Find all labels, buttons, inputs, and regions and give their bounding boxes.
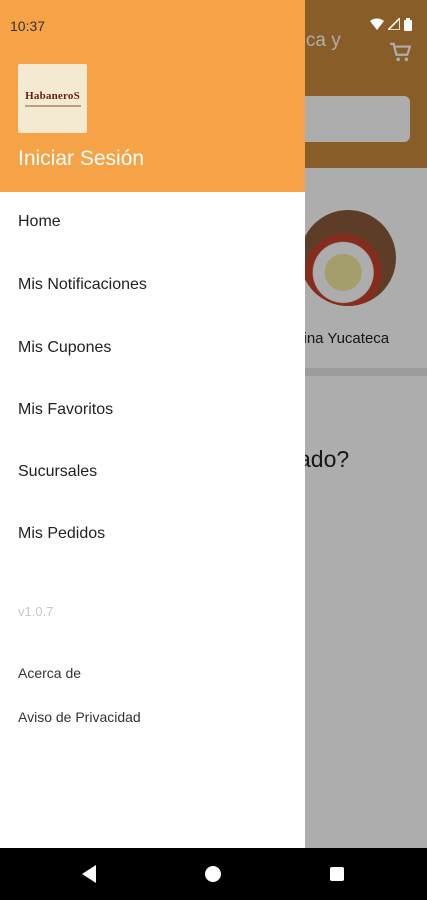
link-aviso-privacidad[interactable]: Aviso de Privacidad — [18, 709, 141, 725]
brand-logo: HabaneroS — [18, 64, 87, 133]
drawer-header: HabaneroS Iniciar Sesión — [0, 0, 305, 192]
menu-item-notificaciones[interactable]: Mis Notificaciones — [18, 276, 147, 294]
app-version: v1.0.7 — [18, 604, 54, 619]
login-button[interactable]: Iniciar Sesión — [18, 147, 144, 171]
wifi-icon — [370, 18, 384, 30]
logo-text: HabaneroS — [25, 90, 80, 102]
status-icons — [370, 18, 412, 31]
menu-item-pedidos[interactable]: Mis Pedidos — [18, 525, 105, 543]
navigation-drawer: HabaneroS Iniciar Sesión Home Mis Notifi… — [0, 0, 305, 848]
link-acerca-de[interactable]: Acerca de — [18, 665, 81, 681]
menu-item-cupones[interactable]: Mis Cupones — [18, 339, 111, 357]
battery-icon — [404, 18, 412, 31]
menu-item-home[interactable]: Home — [18, 213, 61, 231]
logo-underline — [24, 105, 81, 107]
status-time: 10:37 — [10, 18, 46, 34]
recent-apps-icon[interactable] — [330, 867, 344, 881]
home-icon[interactable] — [205, 866, 221, 882]
signal-icon — [388, 18, 400, 30]
system-nav-bar — [0, 848, 427, 900]
back-icon[interactable] — [82, 865, 96, 883]
menu-item-sucursales[interactable]: Sucursales — [18, 463, 97, 481]
menu-item-favoritos[interactable]: Mis Favoritos — [18, 401, 113, 419]
